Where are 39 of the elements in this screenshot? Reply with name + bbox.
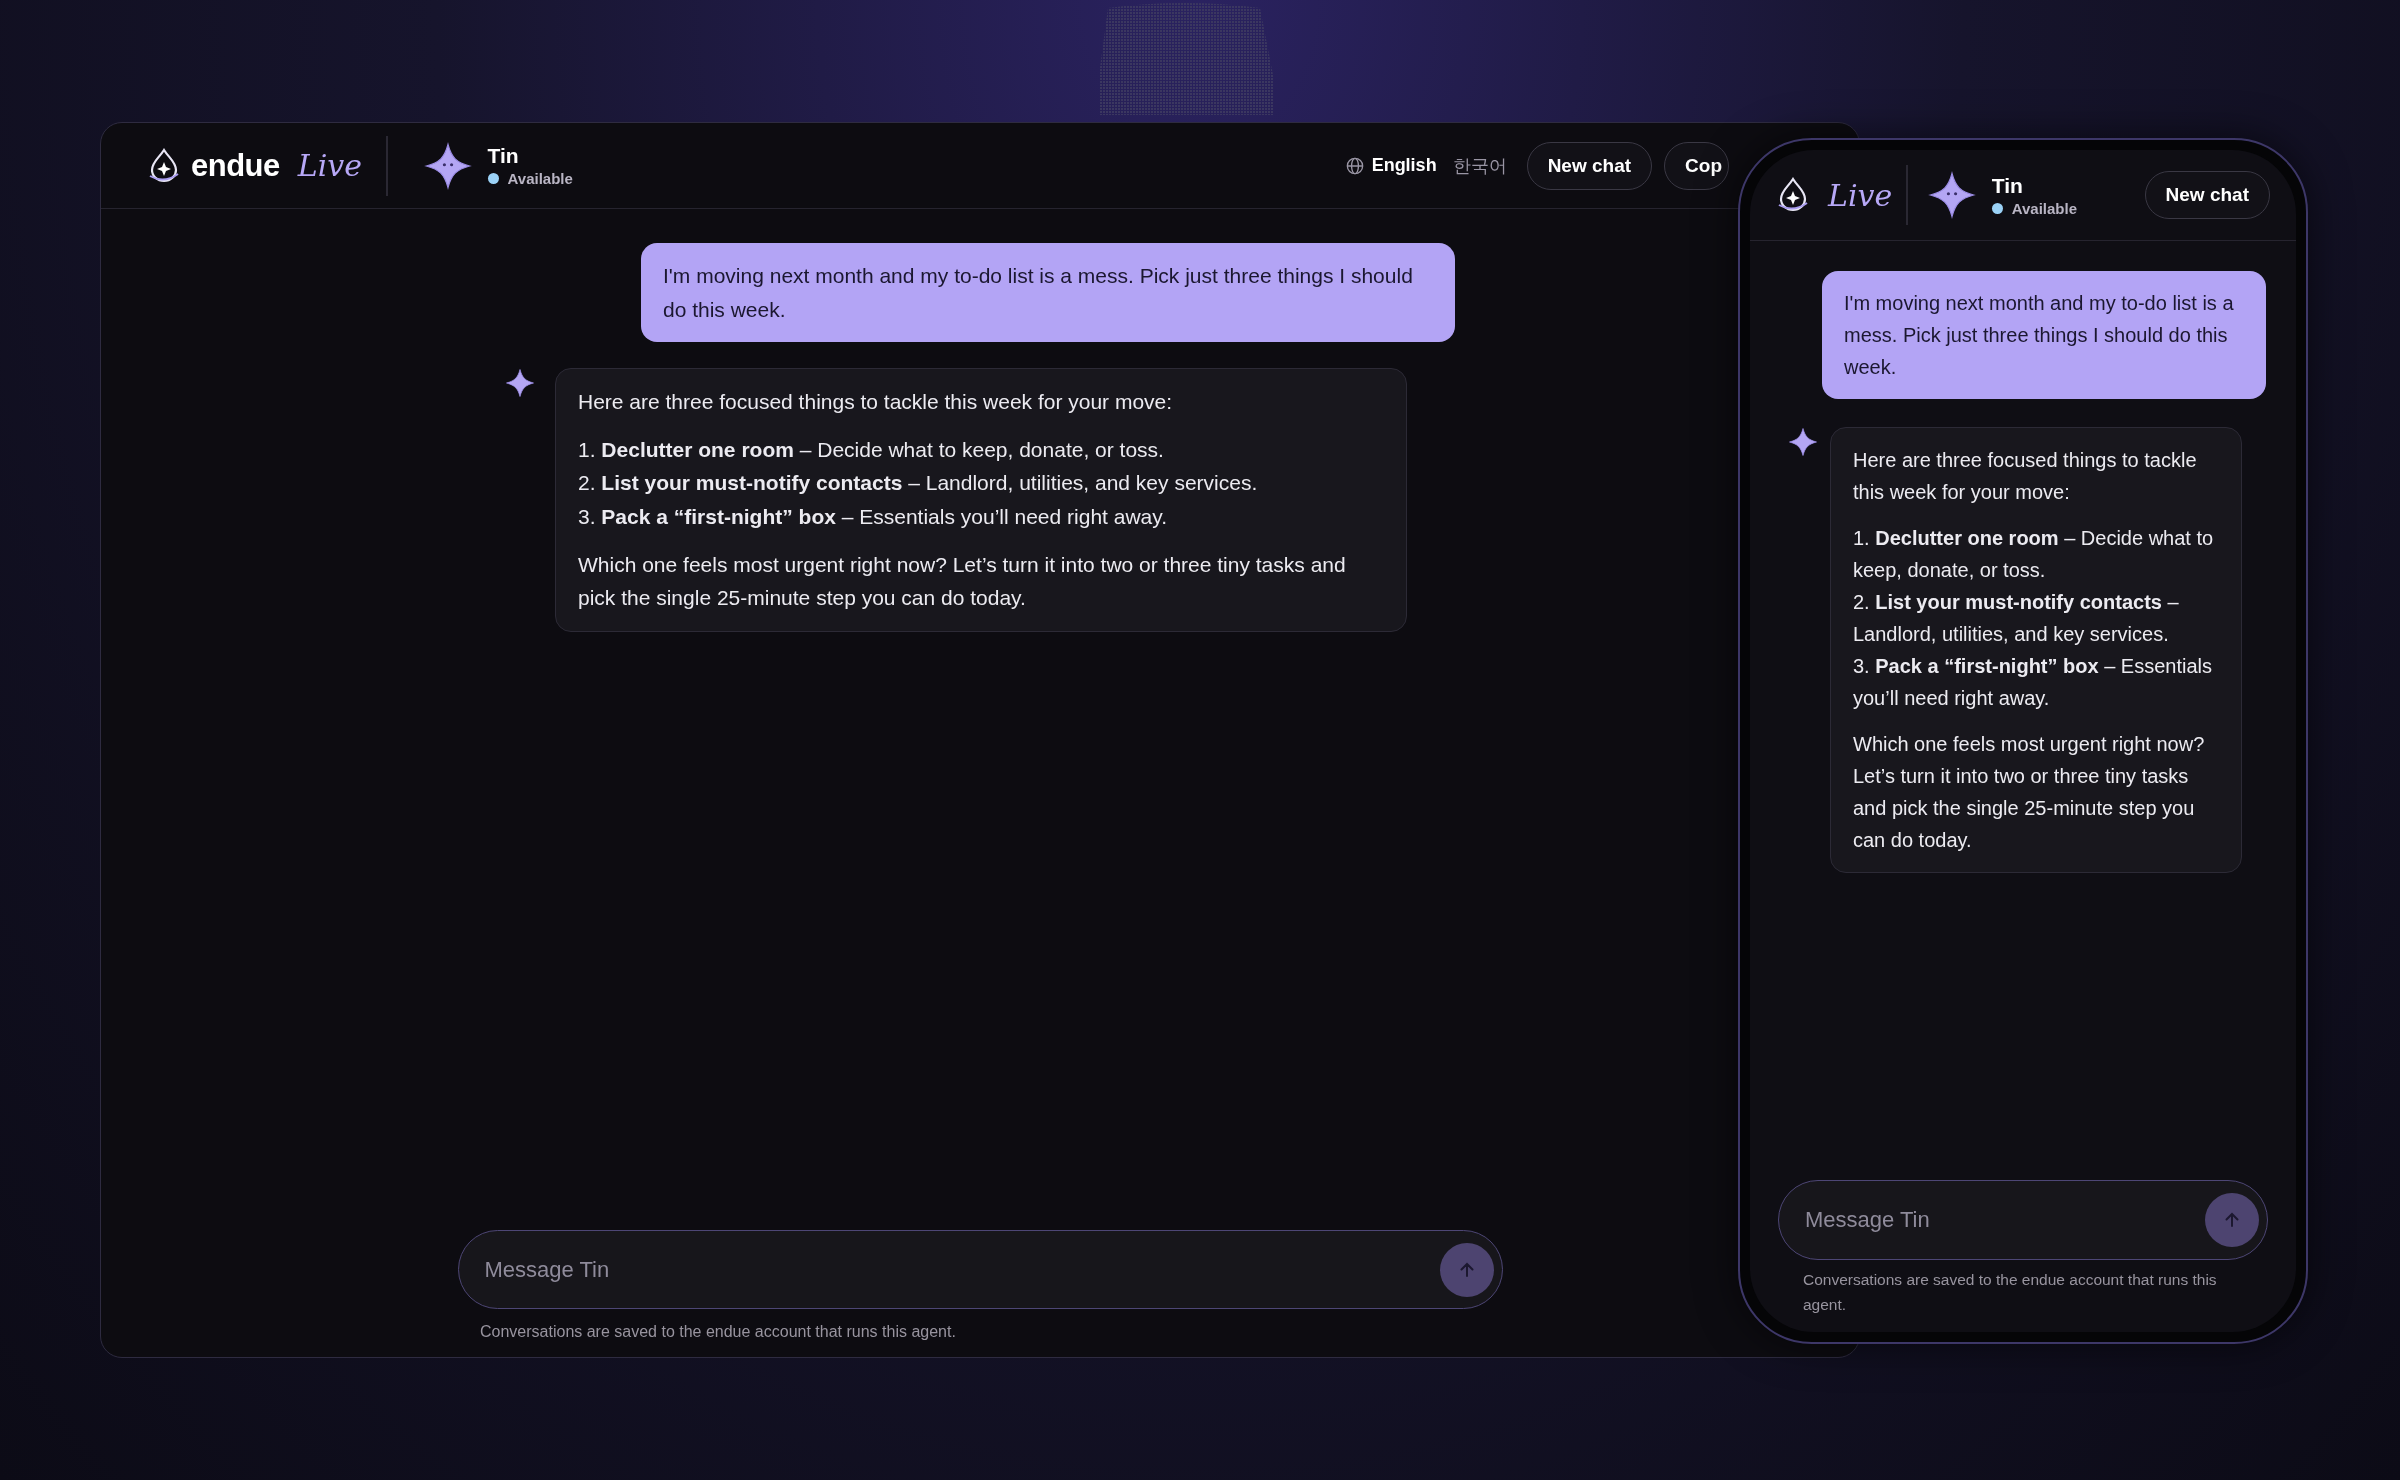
language-option[interactable]: 한국어 [1444, 153, 1515, 178]
user-message: I'm moving next month and my to-do list is a mess. Pick just three things I should do this week. [1822, 271, 2266, 399]
header-button[interactable]: New chat [2144, 171, 2270, 219]
message-field[interactable]: Message Tin [457, 1230, 1503, 1310]
header-button[interactable]: New chat [1526, 141, 1653, 190]
logo-icon [1776, 177, 1810, 213]
list-item: 2. List your must-notify contacts – Landlord, utilities, and key services. [1853, 590, 2180, 647]
list-item: 1. Declutter one room – Decide what to keep, donate, or toss. [1853, 526, 2215, 583]
footer-note: Conversations are saved to the endue account that runs this agent. [1803, 1270, 2218, 1316]
send-button[interactable] [1439, 1242, 1494, 1297]
brand-tag: Live [1828, 177, 1893, 213]
agent-status: Available [507, 170, 573, 187]
message-paragraph: Here are three focused things to tackle this week for your move: [1853, 448, 2198, 505]
star-avatar-icon [505, 368, 535, 399]
message-paragraph: Here are three focused things to tackle this week for your move: [578, 389, 1174, 416]
brand-tag: Live [297, 148, 362, 183]
header-button[interactable]: Cop [1664, 141, 1729, 190]
list-item: 3. Pack a “first-night” box – Essentials you’ll need right away. [578, 503, 1169, 530]
message-paragraph: Which one feels most urgent right now? Let’s turn it into two or three tiny tasks and pick the single 25-minute step you can do today. [578, 551, 1347, 612]
send-button[interactable] [2205, 1193, 2259, 1248]
message-paragraph: Which one feels most urgent right now? Let’s turn it into two or three tiny tasks and pick the single 25-minute step you can do today. [1853, 732, 2206, 853]
message-field[interactable]: Message Tin [1778, 1180, 2268, 1261]
message-input[interactable]: Message Tin [1803, 1206, 2205, 1235]
agent-status: Available [2011, 199, 2078, 217]
agent-name: Tin [1991, 173, 2024, 198]
list-item: 2. List your must-notify contacts – Landlord, utilities, and key services. [578, 470, 1259, 497]
list-item: 1. Declutter one room – Decide what to keep, donate, or toss. [578, 436, 1165, 463]
star-avatar-icon [1788, 427, 1818, 457]
language-option[interactable]: English [1363, 155, 1445, 176]
footer-note: Conversations are saved to the endue account that runs this agent. [480, 1322, 957, 1343]
logo-icon [147, 147, 181, 184]
message-input[interactable]: Message Tin [482, 1255, 1440, 1284]
brand-name: endue [191, 147, 280, 184]
star-avatar-icon [423, 141, 472, 190]
agent-name: Tin [487, 144, 520, 168]
globe-icon[interactable] [1345, 156, 1364, 175]
user-message: I'm moving next month and my to-do list is a mess. Pick just three things I should do this week. [641, 243, 1455, 343]
star-avatar-icon [1927, 171, 1976, 219]
list-item: 3. Pack a “first-night” box – Essentials you’ll need right away. [1853, 654, 2213, 711]
